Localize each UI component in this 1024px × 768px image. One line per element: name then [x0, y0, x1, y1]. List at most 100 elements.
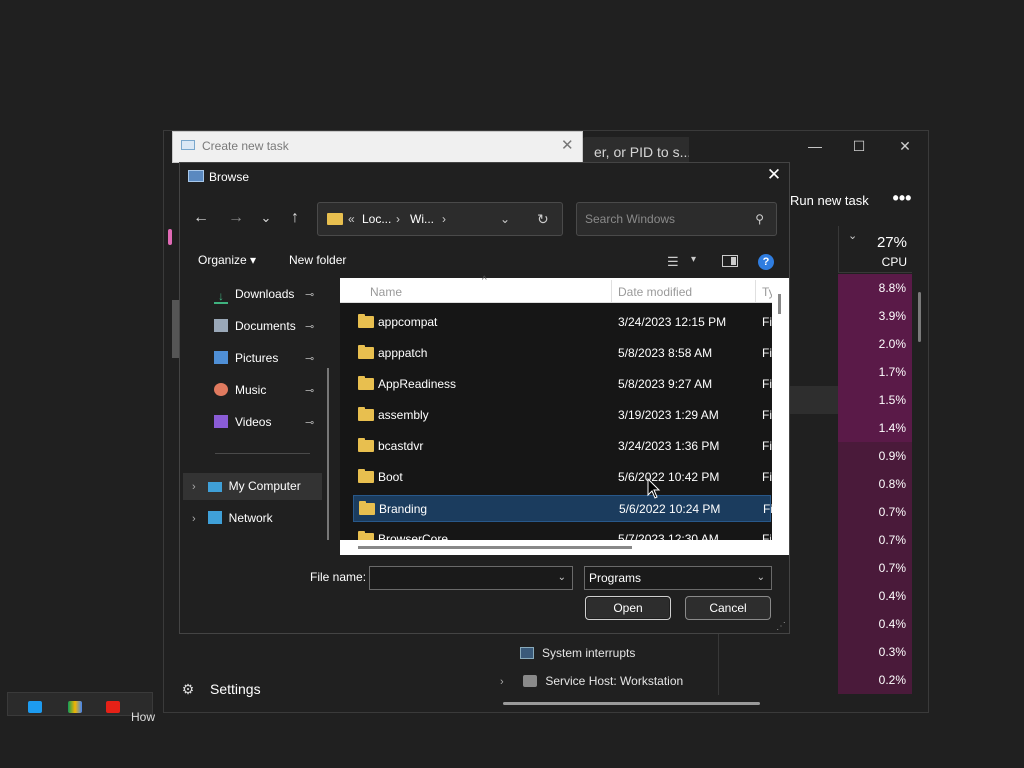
- nav-label: Network: [228, 511, 273, 525]
- file-name-input[interactable]: ⌄: [369, 566, 573, 590]
- forward-button[interactable]: →: [225, 208, 247, 228]
- help-icon[interactable]: ?: [758, 254, 774, 270]
- file-type: Fi: [762, 470, 772, 484]
- file-name: AppReadiness: [378, 377, 457, 391]
- file-type-select[interactable]: Programs ⌄: [584, 566, 772, 590]
- breadcrumb-local-disk[interactable]: Loc...: [362, 203, 391, 235]
- preview-pane-icon[interactable]: [722, 255, 738, 267]
- file-row[interactable]: BrowserCore 5/7/2023 12:30 AM Fi: [353, 526, 771, 540]
- mouse-cursor-icon: [647, 478, 661, 499]
- organize-menu[interactable]: Organize ▾: [198, 253, 256, 267]
- file-name: apppatch: [378, 346, 428, 360]
- nav-scrollbar[interactable]: [172, 300, 179, 358]
- process-name: System interrupts: [542, 646, 636, 660]
- file-row[interactable]: Boot 5/6/2022 10:42 PM Fi: [353, 464, 772, 491]
- new-folder-button[interactable]: New folder: [289, 253, 346, 267]
- close-icon[interactable]: ✕: [561, 136, 574, 154]
- nav-selection-indicator: [168, 229, 172, 245]
- file-name: BrowserCore: [378, 532, 449, 540]
- breadcrumb-separator[interactable]: ›: [442, 203, 446, 235]
- expand-chevron-icon[interactable]: ›: [192, 481, 196, 493]
- nav-item-downloads[interactable]: ↓ Downloads: [214, 283, 294, 305]
- sort-ascending-icon: ^: [482, 275, 487, 286]
- vertical-scrollbar-track[interactable]: [772, 278, 789, 540]
- file-date: 5/6/2022 10:42 PM: [618, 470, 720, 484]
- nav-item-my-computer[interactable]: › My Computer: [192, 475, 301, 497]
- file-row-selected[interactable]: Branding 5/6/2022 10:24 PM Fi: [353, 495, 773, 522]
- browse-icon: [188, 170, 204, 182]
- nav-item-pictures[interactable]: Pictures: [214, 347, 278, 369]
- vertical-scrollbar[interactable]: [918, 292, 921, 342]
- refresh-icon[interactable]: ↻: [537, 203, 549, 235]
- more-options-button[interactable]: •••: [888, 188, 916, 214]
- gear-icon: [523, 675, 538, 687]
- file-row[interactable]: AppReadiness 5/8/2023 9:27 AM Fi: [353, 371, 772, 398]
- folder-icon: [358, 376, 374, 390]
- cpu-cell: 2.0%: [838, 330, 912, 358]
- column-header-date[interactable]: Date modified: [618, 285, 692, 299]
- nav-item-documents[interactable]: Documents: [214, 315, 296, 337]
- file-date: 3/24/2023 12:15 PM: [618, 315, 727, 329]
- horizontal-scrollbar-thumb[interactable]: [358, 546, 632, 549]
- open-button[interactable]: Open: [585, 596, 671, 620]
- file-row[interactable]: bcastdvr 3/24/2023 1:36 PM Fi: [353, 433, 772, 460]
- taskbar-tab-title[interactable]: How: [131, 710, 155, 724]
- twitter-icon[interactable]: [28, 701, 42, 713]
- pin-icon[interactable]: ⊸: [305, 384, 314, 397]
- process-row[interactable]: System interrupts: [520, 640, 635, 666]
- drive-icon[interactable]: [68, 701, 82, 713]
- column-header-name[interactable]: Name: [370, 285, 402, 299]
- column-divider[interactable]: [611, 280, 612, 302]
- address-dropdown-icon[interactable]: ⌄: [500, 203, 510, 235]
- chevron-down-icon[interactable]: ⌄: [558, 567, 566, 589]
- resize-grip-icon[interactable]: ⋰: [776, 621, 786, 632]
- nav-scrollbar[interactable]: [327, 368, 329, 540]
- pin-icon[interactable]: ⊸: [305, 352, 314, 365]
- youtube-icon[interactable]: [106, 701, 120, 713]
- overflow-chevron[interactable]: «: [348, 203, 355, 235]
- view-options-icon[interactable]: ☰: [667, 254, 679, 270]
- maximize-button[interactable]: ☐: [846, 138, 872, 154]
- file-date: 3/24/2023 1:36 PM: [618, 439, 720, 453]
- nav-label: Music: [235, 383, 267, 397]
- pin-icon[interactable]: ⊸: [305, 288, 314, 301]
- expand-chevron-icon[interactable]: ›: [192, 513, 196, 525]
- cpu-cell: 1.5%: [838, 386, 912, 414]
- breadcrumb-separator[interactable]: ›: [396, 203, 400, 235]
- back-button[interactable]: ←: [190, 208, 212, 228]
- recent-locations-button[interactable]: ⌄: [255, 208, 277, 228]
- file-date: 3/19/2023 1:29 AM: [618, 408, 719, 422]
- pin-icon[interactable]: ⊸: [305, 416, 314, 429]
- expand-chevron-icon[interactable]: ›: [500, 669, 512, 695]
- horizontal-scrollbar[interactable]: [503, 702, 760, 705]
- breadcrumb-windows[interactable]: Wi...: [410, 203, 434, 235]
- close-button[interactable]: ✕: [892, 138, 918, 154]
- minimize-button[interactable]: —: [802, 138, 828, 154]
- nav-divider: [215, 453, 310, 454]
- folder-icon: [327, 213, 343, 225]
- up-button[interactable]: ↑: [284, 208, 306, 228]
- sort-chevron-icon: ⌄: [848, 230, 858, 242]
- view-dropdown-icon[interactable]: ▾: [691, 254, 696, 265]
- vertical-scrollbar-thumb[interactable]: [778, 294, 781, 314]
- run-new-task-button[interactable]: Run new task: [780, 188, 879, 214]
- close-button[interactable]: ✕: [764, 165, 784, 185]
- nav-item-network[interactable]: › Network: [192, 507, 273, 529]
- column-divider[interactable]: [755, 280, 756, 302]
- file-row[interactable]: assembly 3/19/2023 1:29 AM Fi: [353, 402, 772, 429]
- nav-item-music[interactable]: Music: [214, 379, 266, 401]
- settings-nav-item[interactable]: ⚙ Settings: [180, 680, 261, 698]
- file-row[interactable]: apppatch 5/8/2023 8:58 AM Fi: [353, 340, 772, 367]
- cancel-button[interactable]: Cancel: [685, 596, 771, 620]
- nav-item-videos[interactable]: Videos: [214, 411, 271, 433]
- pin-icon[interactable]: ⊸: [305, 320, 314, 333]
- search-input[interactable]: Search Windows ⚲: [576, 202, 777, 236]
- cpu-column: 8.8% 3.9% 2.0% 1.7% 1.5% 1.4% 0.9% 0.8% 0.7% 0.7%…: [838, 274, 912, 694]
- process-row[interactable]: › Service Host: Workstation: [500, 668, 683, 694]
- network-icon: [207, 511, 222, 524]
- file-row[interactable]: appcompat 3/24/2023 12:15 PM Fi: [353, 309, 772, 336]
- address-bar[interactable]: « Loc... › Wi... › ⌄ ↻: [317, 202, 563, 236]
- file-type: Fi: [762, 315, 772, 329]
- file-date: 5/7/2023 12:30 AM: [618, 532, 719, 540]
- chevron-down-icon[interactable]: ⌄: [757, 567, 765, 589]
